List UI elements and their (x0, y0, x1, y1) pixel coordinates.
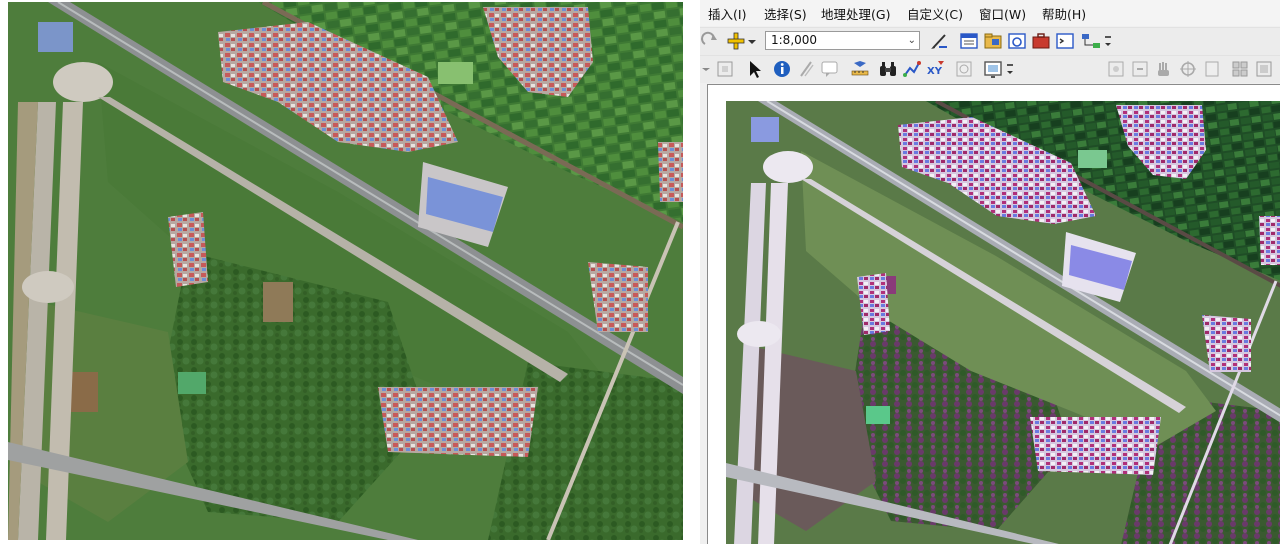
layout-zoom-icon[interactable] (715, 59, 735, 79)
gis-app-window: 插入(I) 选择(S) 地理处理(G) 自定义(C) 窗口(W) 帮助(H) 1… (700, 0, 1280, 544)
find-route-icon[interactable] (902, 59, 922, 79)
zoom-out-fixed-icon[interactable] (1130, 59, 1150, 79)
measure-icon[interactable] (850, 59, 870, 79)
toolbar-overflow-icon[interactable] (1103, 31, 1113, 51)
standard-toolbar: 1:8,000 ⌄ (700, 27, 1280, 55)
left-satellite-image (8, 2, 683, 540)
toolbar2-overflow-icon[interactable] (1005, 59, 1015, 79)
satellite-imagery-enhanced (726, 101, 1280, 544)
create-viewer-window-icon[interactable] (983, 59, 1003, 79)
zoom-to-page-icon[interactable] (1202, 59, 1222, 79)
catalog-icon[interactable] (983, 31, 1003, 51)
menu-bar: 插入(I) 选择(S) 地理处理(G) 自定义(C) 窗口(W) 帮助(H) (700, 0, 1280, 26)
svg-text:XY: XY (927, 66, 943, 77)
goto-xy-icon[interactable]: XY (926, 59, 946, 79)
satellite-imagery-natural-color (8, 2, 683, 540)
editor-toolbar-icon[interactable] (929, 31, 949, 51)
menu-selection[interactable]: 选择(S) (764, 4, 807, 23)
menu-geoprocessing[interactable]: 地理处理(G) (821, 4, 890, 23)
binoculars-icon[interactable] (878, 59, 898, 79)
hyperlink-icon[interactable] (796, 59, 816, 79)
table-of-contents-icon[interactable] (959, 31, 979, 51)
menu-customize[interactable]: 自定义(C) (907, 4, 963, 23)
menu-insert[interactable]: 插入(I) (708, 4, 746, 23)
pan-hand-icon[interactable] (1154, 59, 1174, 79)
layout-frame-icon[interactable] (1254, 59, 1274, 79)
time-slider-icon[interactable] (954, 59, 974, 79)
search-window-icon[interactable] (1007, 31, 1027, 51)
add-data-icon[interactable] (726, 31, 746, 51)
menu-help[interactable]: 帮助(H) (1042, 4, 1086, 23)
layout-grid-icon[interactable] (1230, 59, 1250, 79)
redo-icon[interactable] (700, 31, 720, 51)
enhanced-satellite-image (726, 101, 1280, 544)
identify-icon[interactable] (772, 59, 792, 79)
add-data-dropdown-icon[interactable] (746, 31, 758, 51)
full-extent-icon[interactable] (1178, 59, 1198, 79)
gripper-dropdown-icon[interactable] (700, 59, 712, 79)
map-scale-value: 1:8,000 (771, 33, 818, 47)
model-builder-icon[interactable] (1081, 31, 1101, 51)
python-window-icon[interactable] (1055, 31, 1075, 51)
chevron-down-icon[interactable]: ⌄ (908, 32, 916, 49)
tools-toolbar: XY (700, 55, 1280, 83)
arctoolbox-icon[interactable] (1031, 31, 1051, 51)
zoom-in-fixed-icon[interactable] (1106, 59, 1126, 79)
map-display[interactable] (707, 84, 1280, 544)
menu-windows[interactable]: 窗口(W) (979, 4, 1026, 23)
html-popup-icon[interactable] (820, 59, 840, 79)
select-arrow-icon[interactable] (744, 59, 764, 79)
map-scale-combobox[interactable]: 1:8,000 ⌄ (765, 31, 920, 50)
